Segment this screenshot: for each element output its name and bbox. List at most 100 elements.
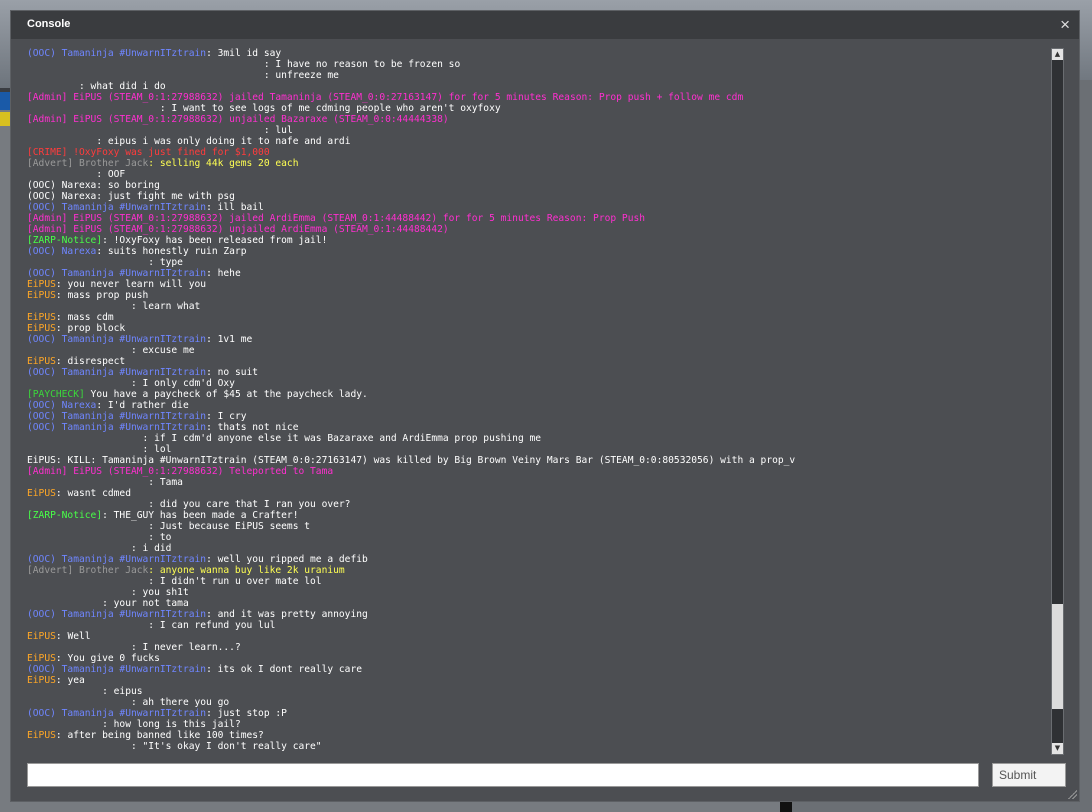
log-segment: : eipus — [90, 686, 143, 697]
log-segment — [27, 620, 137, 631]
log-line: [Admin] EiPUS (STEAM_0:1:27988632) jaile… — [27, 92, 1049, 103]
log-segment: : its ok I dont really care — [206, 664, 363, 675]
log-line: : i did — [27, 543, 1049, 554]
log-segment: : I only cdm'd Oxy — [125, 378, 235, 389]
log-segment: : after being banned like 100 times? — [55, 730, 264, 741]
log-segment: [Admin] EiPUS (STEAM_0:1:27988632) jaile… — [27, 92, 270, 103]
log-segment: : eipus i was only doing it to nafe and … — [90, 136, 351, 147]
log-segment: EiPUS — [27, 290, 56, 301]
scrollbar-thumb[interactable] — [1052, 604, 1063, 709]
log-line: : lol — [27, 444, 1049, 455]
log-line: (OOC) Tamaninja #UnwarnITztrain: well yo… — [27, 554, 1049, 565]
console-window: Console × (OOC) Tamaninja #UnwarnITztrai… — [10, 10, 1080, 802]
log-segment — [27, 136, 91, 147]
resize-grip-icon[interactable] — [1067, 789, 1077, 799]
log-segment — [27, 697, 119, 708]
log-segment — [27, 103, 154, 114]
log-line: [ZARP-Notice]: !OxyFoxy has been release… — [27, 235, 1049, 246]
log-segment: : prop block — [55, 323, 126, 334]
log-segment: : selling 44k gems 20 each — [148, 158, 299, 169]
close-icon[interactable]: × — [1060, 15, 1070, 35]
log-segment: EiPUS — [27, 730, 56, 741]
log-line: : I only cdm'd Oxy — [27, 378, 1049, 389]
log-segment: [ZARP-Notice] — [27, 510, 103, 521]
log-segment: (OOC) — [27, 268, 62, 279]
window-title: Console — [27, 18, 71, 30]
log-segment: Tamaninja #UnwarnITztrain — [61, 411, 207, 422]
log-segment — [27, 70, 143, 81]
log-line: EiPUS: you never learn will you — [27, 279, 1049, 290]
log-segment: : !OxyFoxy has been released from jail! — [102, 235, 328, 246]
log-segment: Tamaninja (STEAM_0:0:27163147) for for 5… — [269, 92, 744, 103]
log-segment: [Advert] Brother Jack — [27, 158, 149, 169]
log-segment — [27, 125, 143, 136]
log-line: : unfreeze me — [27, 70, 1049, 81]
log-segment: : Well — [55, 631, 91, 642]
log-line: [CRIME] !OxyFoxy was just fined for $1,0… — [27, 147, 1049, 158]
log-segment: Tamaninja #UnwarnITztrain — [61, 609, 207, 620]
log-segment: : type — [125, 257, 183, 268]
log-segment: : thats not nice — [206, 422, 299, 433]
log-segment: [Admin] EiPUS (STEAM_0:1:27988632) unjai… — [27, 224, 449, 235]
log-segment: (OOC) — [27, 334, 62, 345]
log-segment: : wasnt cdmed — [55, 488, 131, 499]
log-line: : learn what — [27, 301, 1049, 312]
log-segment: : THE_GUY has been made a Crafter! — [102, 510, 299, 521]
log-segment: : ah there you go — [119, 697, 230, 708]
log-segment — [27, 169, 91, 180]
log-line: [Advert] Brother Jack: anyone wanna buy … — [27, 565, 1049, 576]
log-segment: (OOC) — [27, 411, 62, 422]
log-line: : what did i do — [27, 81, 1049, 92]
log-line: : "It's okay I don't really care" — [27, 741, 1049, 752]
log-line: : if I cdm'd anyone else it was Bazaraxe… — [27, 433, 1049, 444]
log-line: (OOC) Tamaninja #UnwarnITztrain: thats n… — [27, 422, 1049, 433]
console-titlebar[interactable]: Console × — [11, 11, 1079, 39]
log-segment: : 3mil id say — [206, 48, 282, 59]
log-line: (OOC) Tamaninja #UnwarnITztrain: 3mil id… — [27, 48, 1049, 59]
log-segment: : no suit — [206, 367, 259, 378]
log-line: : Just because EiPUS seems t — [27, 521, 1049, 532]
log-segment: You have a paycheck of $45 at the payche… — [84, 389, 368, 400]
log-scrollbar[interactable]: ▲ ▼ — [1051, 48, 1064, 755]
log-segment: Tamaninja #UnwarnITztrain — [61, 664, 207, 675]
log-segment: : disrespect — [55, 356, 126, 367]
log-segment: : just stop :P — [206, 708, 287, 719]
log-line: : I want to see logs of me cdming people… — [27, 103, 1049, 114]
log-line: : I can refund you lul — [27, 620, 1049, 631]
log-segment: : well you ripped me a defib — [206, 554, 368, 565]
log-segment: : excuse me — [125, 345, 195, 356]
console-input[interactable] — [27, 763, 979, 787]
log-segment: : "It's okay I don't really care" — [119, 741, 322, 752]
console-log: (OOC) Tamaninja #UnwarnITztrain : 3mil id… — [27, 48, 1049, 755]
log-line: EiPUS: disrespect — [27, 356, 1049, 367]
log-line: [Admin] EiPUS (STEAM_0:1:27988632) unjai… — [27, 224, 1049, 235]
log-segment — [143, 59, 259, 70]
log-segment — [27, 257, 125, 268]
log-line: : you sh1t — [27, 587, 1049, 598]
log-line: : I have no reason to be frozen so — [27, 59, 1049, 70]
scroll-up-arrow-icon[interactable]: ▲ — [1052, 49, 1063, 60]
log-segment: : learn what — [125, 301, 201, 312]
log-line: : eipus i was only doing it to nafe and … — [27, 136, 1049, 147]
log-line: (OOC) Tamaninja #UnwarnITztrain: its ok … — [27, 664, 1049, 675]
log-segment: : unfreeze me — [258, 70, 339, 81]
log-line: EiPUS: wasnt cdmed — [27, 488, 1049, 499]
log-line: (OOC) Narexa: I'd rather die — [27, 400, 1049, 411]
log-segment: (OOC) — [27, 422, 62, 433]
log-line: EiPUS: Well — [27, 631, 1049, 642]
scroll-down-arrow-icon[interactable]: ▼ — [1052, 743, 1063, 754]
log-segment — [27, 576, 137, 587]
log-segment: (OOC) Narexa: just fight me with psg — [27, 191, 235, 202]
log-line: EiPUS: after being banned like 100 times… — [27, 730, 1049, 741]
log-line: (OOC) Tamaninja #UnwarnITztrain: just st… — [27, 708, 1049, 719]
log-segment: (OOC) — [27, 367, 62, 378]
log-segment: : You give 0 fucks — [55, 653, 160, 664]
log-segment: Tamaninja #UnwarnITztrain — [61, 268, 207, 279]
log-line: : to — [27, 532, 1049, 543]
submit-button[interactable]: Submit — [992, 763, 1066, 787]
log-line: : type — [27, 257, 1049, 268]
log-line: [PAYCHECK] You have a paycheck of $45 at… — [27, 389, 1049, 400]
log-segment: : Tama — [136, 477, 183, 488]
log-segment: [Advert] Brother Jack — [27, 565, 149, 576]
log-segment: : 1v1 me — [206, 334, 253, 345]
